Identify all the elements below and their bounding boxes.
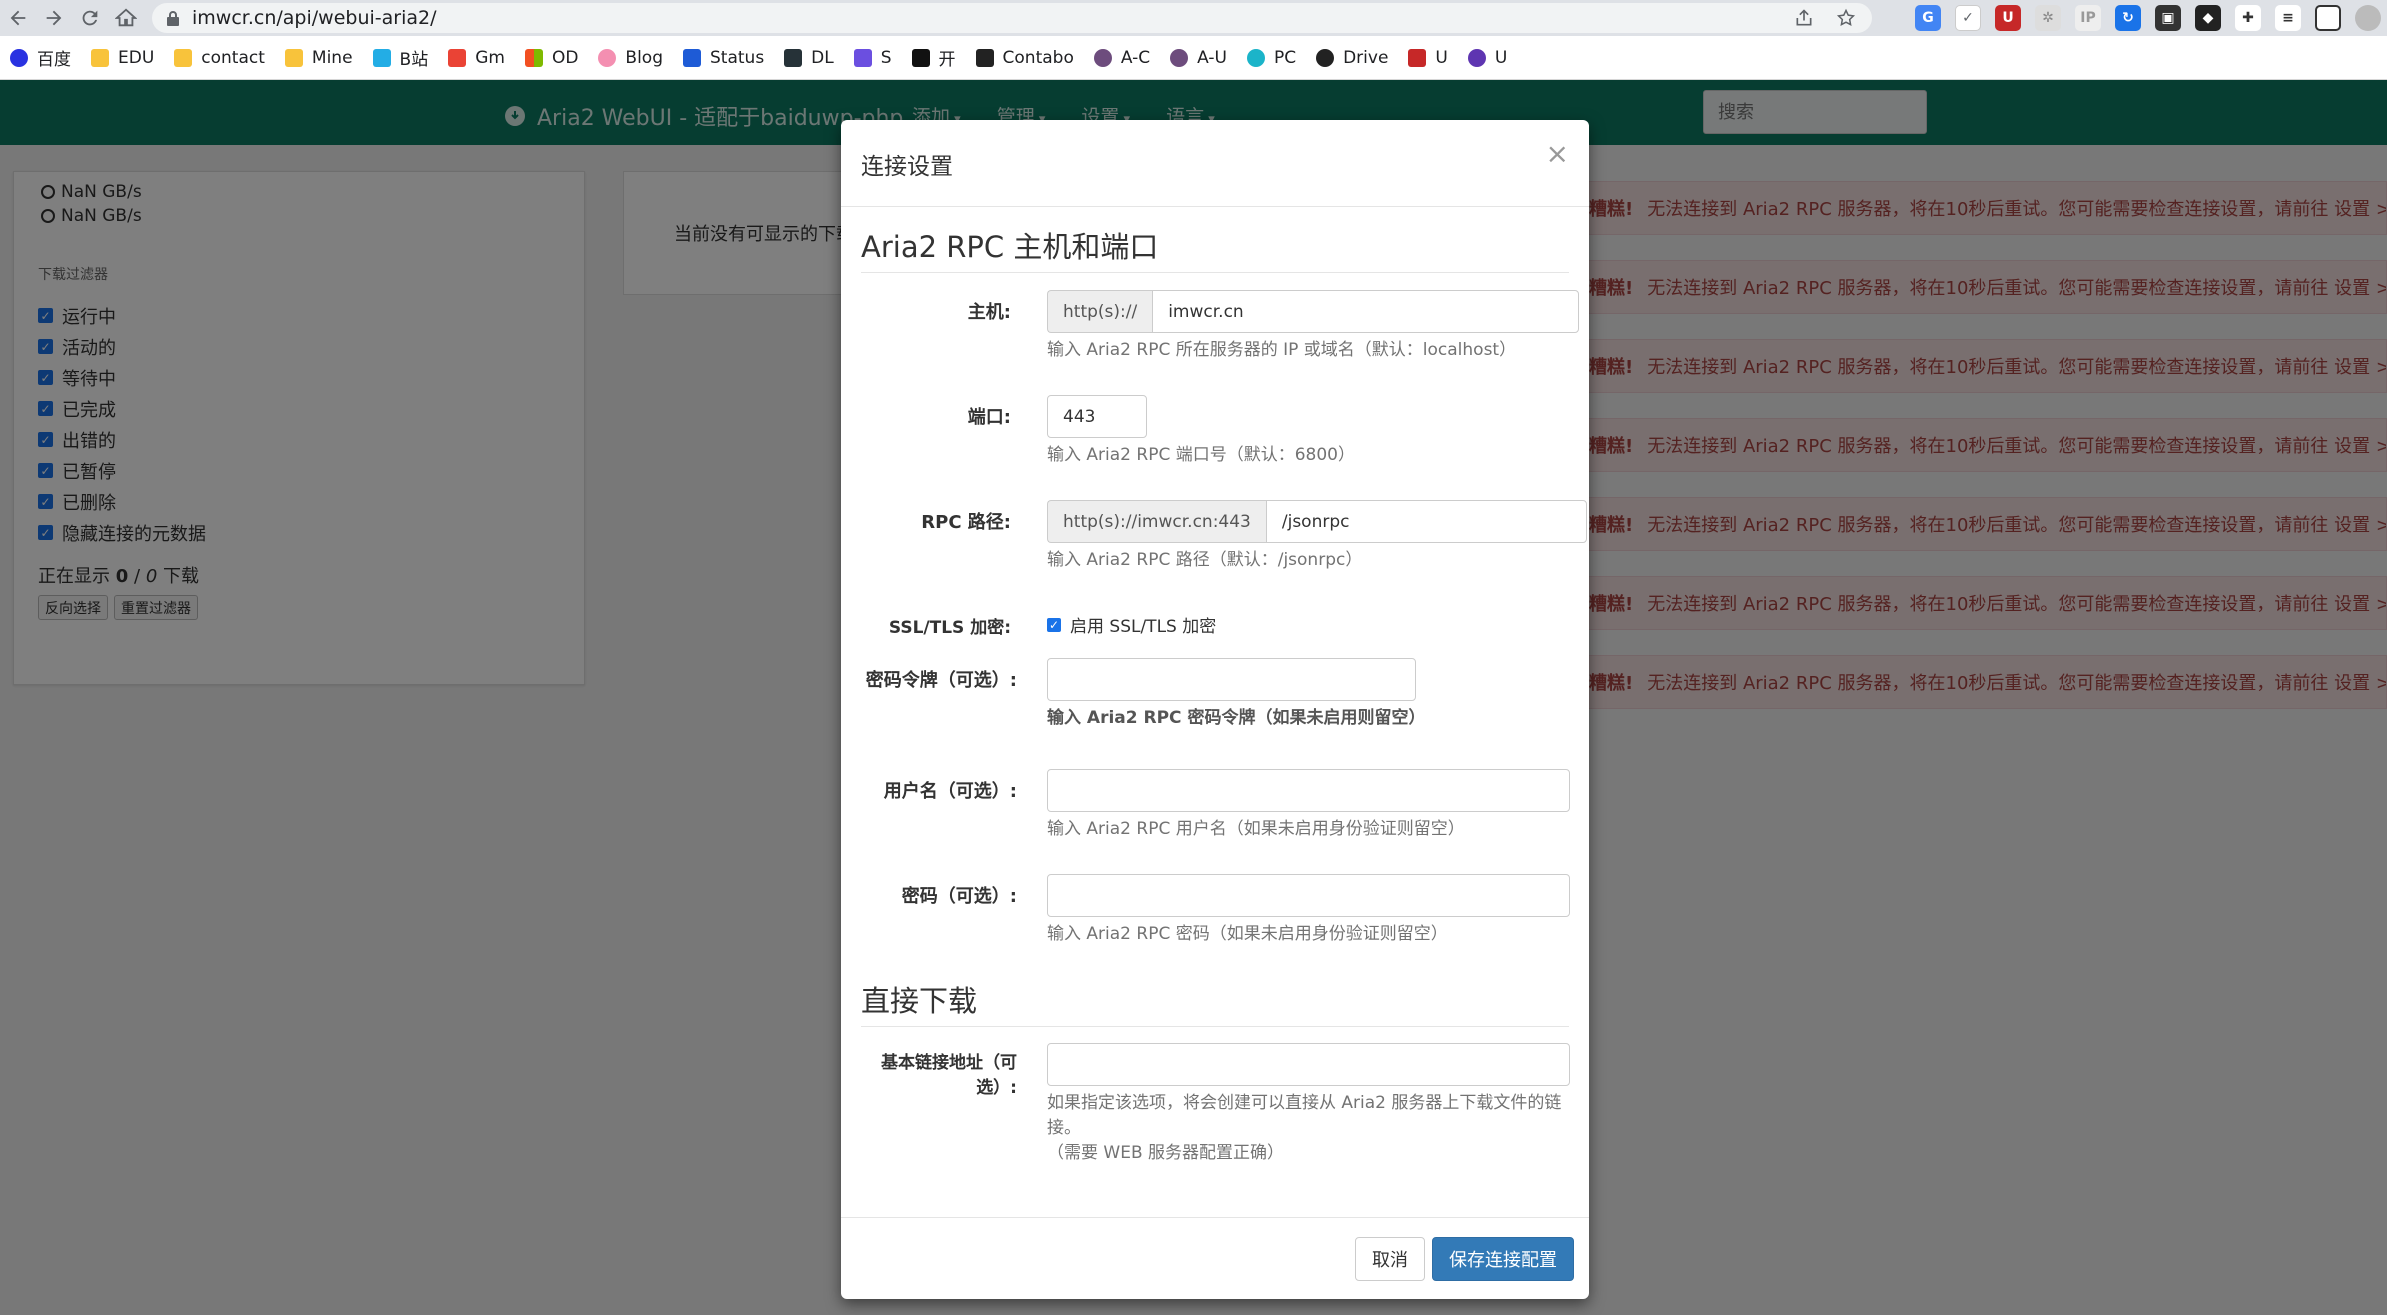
host-input[interactable]: imwcr.cn [1152,290,1580,333]
status-icon [683,48,701,67]
sync-extension-icon[interactable]: ↻ [2115,5,2141,31]
save-connection-button[interactable]: 保存连接配置 [1432,1237,1574,1281]
bookmark-contabo[interactable]: Contabo [966,43,1084,73]
shield-extension-icon[interactable]: U [1995,5,2021,31]
forward-icon[interactable] [36,0,72,36]
rpc-path-prefix-addon: http(s)://imwcr.cn:443 [1047,500,1266,543]
close-icon[interactable]: × [1546,137,1569,170]
blog-icon [598,48,617,67]
reading-list-icon[interactable]: ≡ [2275,5,2301,31]
token-input[interactable] [1047,658,1416,701]
bookmark-u1[interactable]: U [1398,43,1457,73]
ssl-checkbox[interactable]: ✓ [1047,617,1061,632]
bookmark-dl[interactable]: DL [774,43,844,73]
baidu-icon [10,48,28,67]
password-help: 输入 Aria2 RPC 密码（如果未启用身份验证则留空） [1047,924,1448,944]
modal-title: 连接设置 [861,154,953,180]
port-help: 输入 Aria2 RPC 端口号（默认：6800） [1047,445,1355,465]
translate-extension-icon[interactable]: G [1915,5,1941,31]
a-u-icon [1170,48,1189,67]
bookmark-blog[interactable]: Blog [588,43,673,73]
base-url-input[interactable] [1047,1043,1570,1086]
bookmark-mine[interactable]: Mine [275,43,363,73]
connection-settings-modal: 连接设置 × Aria2 RPC 主机和端口 主机: http(s):// im… [841,120,1589,1299]
side-panel-icon[interactable] [2315,5,2341,31]
bookmark-od[interactable]: OD [515,43,588,73]
drive-icon [1316,48,1335,67]
bookmark-status[interactable]: Status [673,43,774,73]
token-label: 密码令牌（可选）: [865,670,1017,691]
username-input[interactable] [1047,769,1570,812]
bookmark-pc[interactable]: PC [1237,43,1306,73]
browser-toolbar: imwcr.cn/api/webui-aria2/ G ✓ U ✲ IP ↻ ▣… [0,0,2387,36]
puzzle-icon[interactable]: ✚ [2235,5,2261,31]
rpc-path-label: RPC 路径: [921,512,1011,533]
mask-extension-icon[interactable]: ◆ [2195,5,2221,31]
password-input[interactable] [1047,874,1570,917]
reload-icon[interactable] [72,0,108,36]
profile-avatar[interactable] [2355,5,2381,31]
rpc-path-input[interactable]: /jsonrpc [1265,500,1587,543]
ssl-label: SSL/TLS 加密: [888,618,1011,638]
window-extension-icon[interactable]: ▣ [2155,5,2181,31]
folder-icon [91,48,109,67]
bookmark-contact[interactable]: contact [164,43,275,73]
bookmark-s[interactable]: S [844,43,902,73]
address-bar[interactable]: imwcr.cn/api/webui-aria2/ [152,3,1872,33]
base-url-help-note: （需要 WEB 服务器配置正确） [1047,1143,1285,1163]
bookmark-a-c[interactable]: A-C [1084,43,1160,73]
port-label: 端口: [967,407,1011,428]
gear-extension-icon[interactable]: ✲ [2035,5,2061,31]
username-label: 用户名（可选）: [883,781,1017,802]
ip-extension-icon[interactable]: IP [2075,5,2101,31]
bilibili-icon [372,48,391,67]
cancel-button[interactable]: 取消 [1355,1237,1425,1281]
bookmark-edu[interactable]: EDU [81,43,164,73]
box-icon [1408,48,1427,67]
bookmark-kai[interactable]: 开 [902,43,966,73]
s-icon [853,48,872,67]
bookmark-star-icon[interactable] [1836,8,1856,28]
folder-icon [284,48,303,67]
folder-icon [174,48,193,67]
host-help: 输入 Aria2 RPC 所在服务器的 IP 或域名（默认：localhost） [1047,340,1517,360]
bookmark-u2[interactable]: U [1458,43,1517,73]
check-extension-icon[interactable]: ✓ [1955,5,1981,31]
base-url-label: 基本链接地址（可选）: [881,1053,1017,1098]
share-icon[interactable] [1794,8,1814,28]
cloud-icon [1246,48,1265,67]
rpc-path-help: 输入 Aria2 RPC 路径（默认：/jsonrpc） [1047,550,1363,570]
base-url-help: 如果指定该选项，将会创建可以直接从 Aria2 服务器上下载文件的链接。 [1047,1093,1562,1138]
port-input[interactable]: 443 [1047,395,1147,438]
bookmark-baidu[interactable]: 百度 [0,43,81,73]
bookmark-a-u[interactable]: A-U [1160,43,1237,73]
password-label: 密码（可选）: [901,886,1017,907]
back-icon[interactable] [0,0,36,36]
section-rpc-heading: Aria2 RPC 主机和端口 [861,224,1569,273]
host-label: 主机: [967,302,1011,323]
url-text: imwcr.cn/api/webui-aria2/ [192,7,437,29]
bookmark-gmail[interactable]: Gm [438,43,515,73]
token-help: 输入 Aria2 RPC 密码令牌（如果未启用则留空） [1047,708,1426,728]
gmail-icon [448,48,467,67]
k-icon [911,48,930,67]
dl-icon [784,48,803,67]
ssl-checkbox-row[interactable]: ✓ 启用 SSL/TLS 加密 [1047,612,1216,637]
home-icon[interactable] [108,0,144,36]
host-protocol-addon: http(s):// [1047,290,1153,333]
a-c-icon [1093,48,1112,67]
bookmark-bilibili[interactable]: B站 [363,43,439,73]
bookmarks-bar: 百度 EDU contact Mine B站 Gm OD Blog Status… [0,36,2387,80]
lock-icon [167,11,179,26]
microsoft-icon [524,48,543,67]
username-help: 输入 Aria2 RPC 用户名（如果未启用身份验证则留空） [1047,819,1465,839]
bt-icon [975,48,994,67]
bookmark-drive[interactable]: Drive [1306,43,1398,73]
t-icon [1467,48,1486,67]
section-direct-heading: 直接下载 [861,978,1569,1027]
